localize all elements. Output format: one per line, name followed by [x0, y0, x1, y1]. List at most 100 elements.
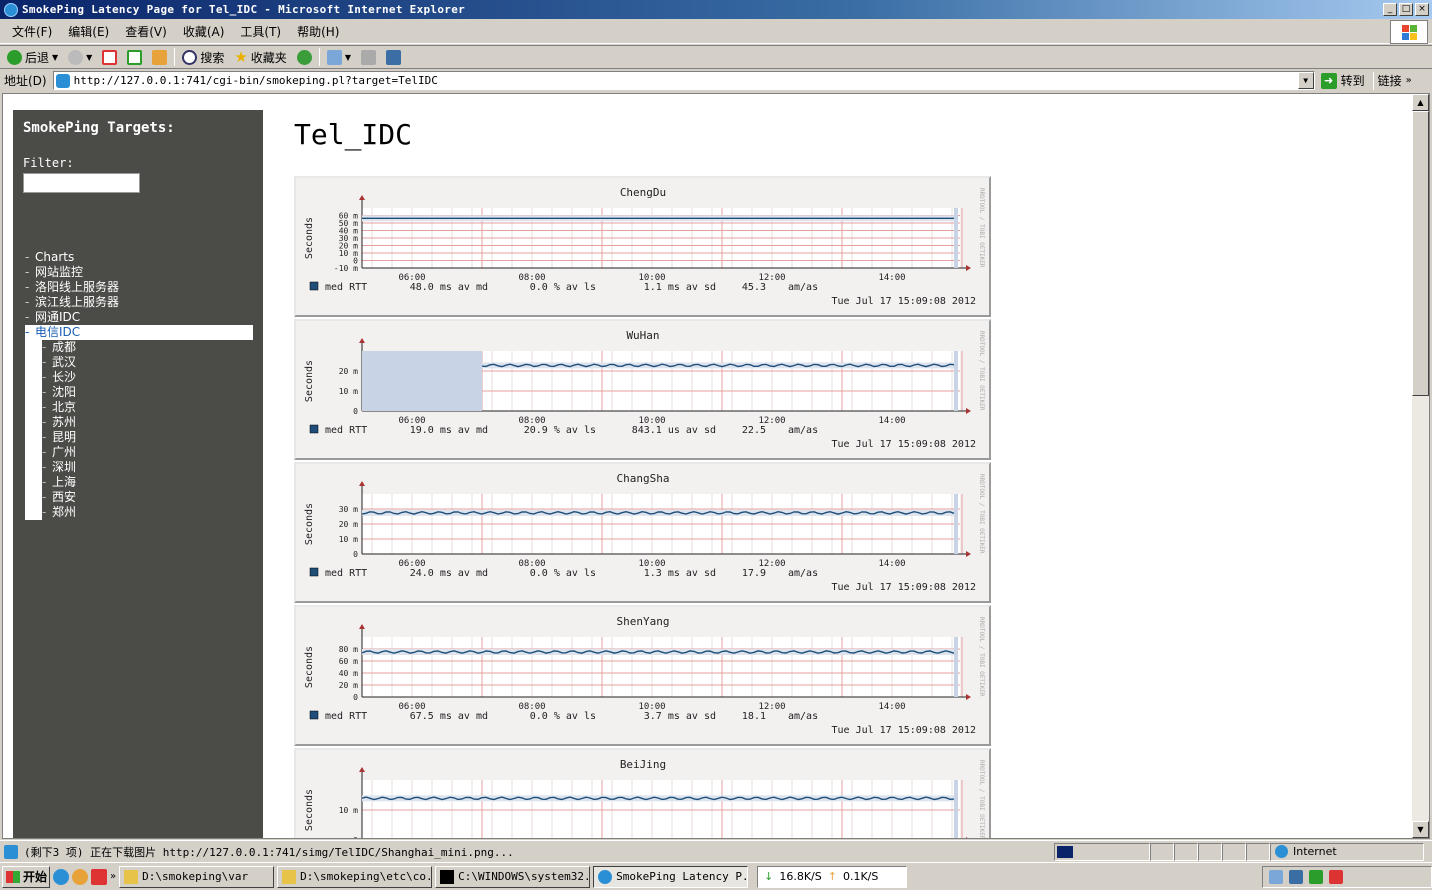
- go-button[interactable]: ➜ 转到: [1320, 72, 1365, 89]
- sidebar-item-luoyang[interactable]: - 洛阳线上服务器: [25, 280, 253, 295]
- loss-shade-area: [362, 351, 482, 411]
- taskbar-item-smokeping-ie[interactable]: SmokePing Latency P...: [593, 865, 749, 888]
- edit-icon: [385, 49, 401, 65]
- taskbar-item-var-folder[interactable]: D:\smokeping\var: [119, 865, 275, 888]
- latency-graph-beijing[interactable]: BeiJing Seconds 10 m 0 06:00 08:00 10:00 12:00 1…: [294, 748, 991, 838]
- latency-graph-shenyang[interactable]: ShenYang Seconds 80 m 60 m 40 m 20 m 0 06:00 08:…: [294, 605, 991, 746]
- quicklaunch-ie-icon[interactable]: [53, 868, 69, 885]
- chevron-right-icon[interactable]: »: [110, 871, 116, 882]
- sidebar-subitem[interactable]: - 上海: [25, 475, 253, 490]
- tray-app-icon[interactable]: [1329, 869, 1343, 884]
- latency-graph-changsha[interactable]: ChangSha Seconds 30 m 20 m 10 m 0 06:00 08:00 10…: [294, 462, 991, 603]
- sidebar-subitem-label: 沈阳: [52, 385, 77, 399]
- sidebar-subitem[interactable]: - 北京: [25, 400, 253, 415]
- sidebar-subitem[interactable]: - 成都: [25, 340, 253, 355]
- status-cell: [1198, 842, 1222, 861]
- tray-network-icon[interactable]: [1269, 869, 1283, 884]
- taskbar-item-cmd[interactable]: C:\WINDOWS\system32...: [435, 865, 591, 888]
- sidebar-subitem[interactable]: - 沈阳: [25, 385, 253, 400]
- y-axis-arrow-icon: [359, 195, 365, 200]
- sidebar-subitem[interactable]: - 深圳: [25, 460, 253, 475]
- stat-loss: 20.9 % av ls: [524, 425, 596, 436]
- sidebar-item-label: 网站监控: [35, 265, 84, 279]
- graph-svg: ShenYangSeconds 80 m60 m40 m20 m006:00 08:…: [304, 615, 985, 736]
- home-button[interactable]: [149, 49, 170, 65]
- stat-sd: 1.1 ms av sd: [644, 282, 716, 293]
- graph-svg: WuHanSeconds 20 m10 m006:00 08:00 10:00 12:0…: [304, 329, 985, 450]
- stat-median: 24.0 ms av md: [410, 568, 488, 579]
- ytick-label: 10 m: [339, 387, 358, 396]
- menu-help[interactable]: 帮助(H): [289, 23, 347, 40]
- toolbar-separator: [1372, 71, 1374, 90]
- sidebar-subitem[interactable]: - 郑州: [25, 505, 253, 520]
- scroll-down-button[interactable]: ▼: [1412, 821, 1429, 838]
- refresh-button[interactable]: [124, 49, 145, 65]
- sidebar-item-netcom-idc[interactable]: - 网通IDC: [25, 310, 253, 325]
- graph-ylabel: Seconds: [304, 217, 315, 259]
- latency-graph-chengdu[interactable]: ChengDu Seconds 60 m 50 m 40 m 30 m 20 m 10 m0-…: [294, 176, 991, 317]
- menu-edit[interactable]: 编辑(E): [60, 23, 117, 40]
- rrdtool-watermark: RRDTOOL / TOBI OETIKER: [978, 617, 985, 697]
- forward-button[interactable]: ▼: [65, 49, 95, 65]
- y-axis-arrow-icon: [359, 767, 365, 772]
- graph-title: ChengDu: [620, 186, 666, 199]
- stat-loss: 0.0 % av ls: [530, 282, 596, 293]
- sidebar-item-website[interactable]: - 网站监控: [25, 265, 253, 280]
- console-icon: [440, 869, 455, 884]
- x-axis-arrow-icon: [966, 265, 971, 271]
- page-title: Tel_IDC: [294, 118, 413, 151]
- stat-loss: 0.0 % av ls: [530, 711, 596, 722]
- legend-swatch: [309, 424, 319, 434]
- taskbar-item-etc-config[interactable]: D:\smokeping\etc\co...: [277, 865, 433, 888]
- sidebar-subitem[interactable]: - 昆明: [25, 430, 253, 445]
- stop-button[interactable]: [99, 49, 120, 65]
- quicklaunch-desktop-icon[interactable]: [91, 868, 107, 885]
- edit-button[interactable]: [383, 49, 404, 65]
- vertical-scrollbar[interactable]: ▲ ▼: [1412, 94, 1429, 838]
- scroll-up-button[interactable]: ▲: [1412, 94, 1429, 111]
- links-button[interactable]: 链接: [1378, 72, 1402, 89]
- sidebar-item-binjiang[interactable]: - 滨江线上服务器: [25, 295, 253, 310]
- menu-view[interactable]: 查看(V): [117, 23, 175, 40]
- maximize-button[interactable]: □: [1399, 3, 1413, 16]
- back-button[interactable]: 后退 ▼: [4, 49, 61, 66]
- close-button[interactable]: ×: [1415, 3, 1429, 16]
- sidebar-subitem[interactable]: - 广州: [25, 445, 253, 460]
- tray-app-icon[interactable]: [1309, 869, 1323, 884]
- tray-app-icon[interactable]: [1289, 869, 1303, 884]
- page-icon: [55, 73, 70, 88]
- ytick-label: 80 m: [339, 645, 358, 654]
- latency-graph-wuhan[interactable]: WuHan Seconds 20 m 10 m 0 06:00 08:00 10:00 12:0…: [294, 319, 991, 460]
- address-bar: 地址(D) http://127.0.0.1:741/cgi-bin/smoke…: [0, 68, 1432, 92]
- menu-favorites[interactable]: 收藏(A): [175, 23, 233, 40]
- sidebar-subitem[interactable]: - 武汉: [25, 355, 253, 370]
- media-button[interactable]: [294, 49, 315, 65]
- sidebar-subitem[interactable]: - 西安: [25, 490, 253, 505]
- status-cell: [1150, 842, 1174, 861]
- sidebar-item-label: 电信IDC: [35, 325, 81, 339]
- sidebar-item-label: Charts: [35, 250, 75, 264]
- menu-file[interactable]: 文件(F): [4, 23, 60, 40]
- graph-timestamp: Tue Jul 17 15:09:08 2012: [832, 439, 977, 450]
- download-arrow-icon: ↓: [764, 870, 774, 883]
- start-button[interactable]: 开始: [2, 865, 50, 888]
- print-button[interactable]: [358, 49, 379, 65]
- quicklaunch-app-icon[interactable]: [72, 868, 88, 885]
- ie-logo-icon: [4, 2, 18, 17]
- address-input[interactable]: http://127.0.0.1:741/cgi-bin/smokeping.p…: [52, 71, 1315, 90]
- x-axis-arrow-icon: [966, 551, 971, 557]
- favorites-button[interactable]: ★ 收藏夹: [231, 48, 289, 66]
- sidebar-subitem[interactable]: - 长沙: [25, 370, 253, 385]
- sidebar-item-charts[interactable]: - Charts: [25, 250, 253, 265]
- menu-tools[interactable]: 工具(T): [232, 23, 289, 40]
- mail-button[interactable]: ▼: [324, 49, 354, 65]
- minimize-button[interactable]: _: [1383, 3, 1397, 16]
- go-label: 转到: [1340, 74, 1365, 88]
- sidebar-subitem[interactable]: - 苏州: [25, 415, 253, 430]
- filter-input[interactable]: [23, 173, 140, 193]
- address-dropdown-button[interactable]: ▼: [1297, 72, 1314, 89]
- scroll-thumb[interactable]: [1412, 111, 1429, 396]
- search-button[interactable]: 搜索: [179, 49, 227, 66]
- sidebar-item-telecom-idc[interactable]: - 电信IDC: [25, 325, 253, 340]
- address-url: http://127.0.0.1:741/cgi-bin/smokeping.p…: [73, 74, 438, 87]
